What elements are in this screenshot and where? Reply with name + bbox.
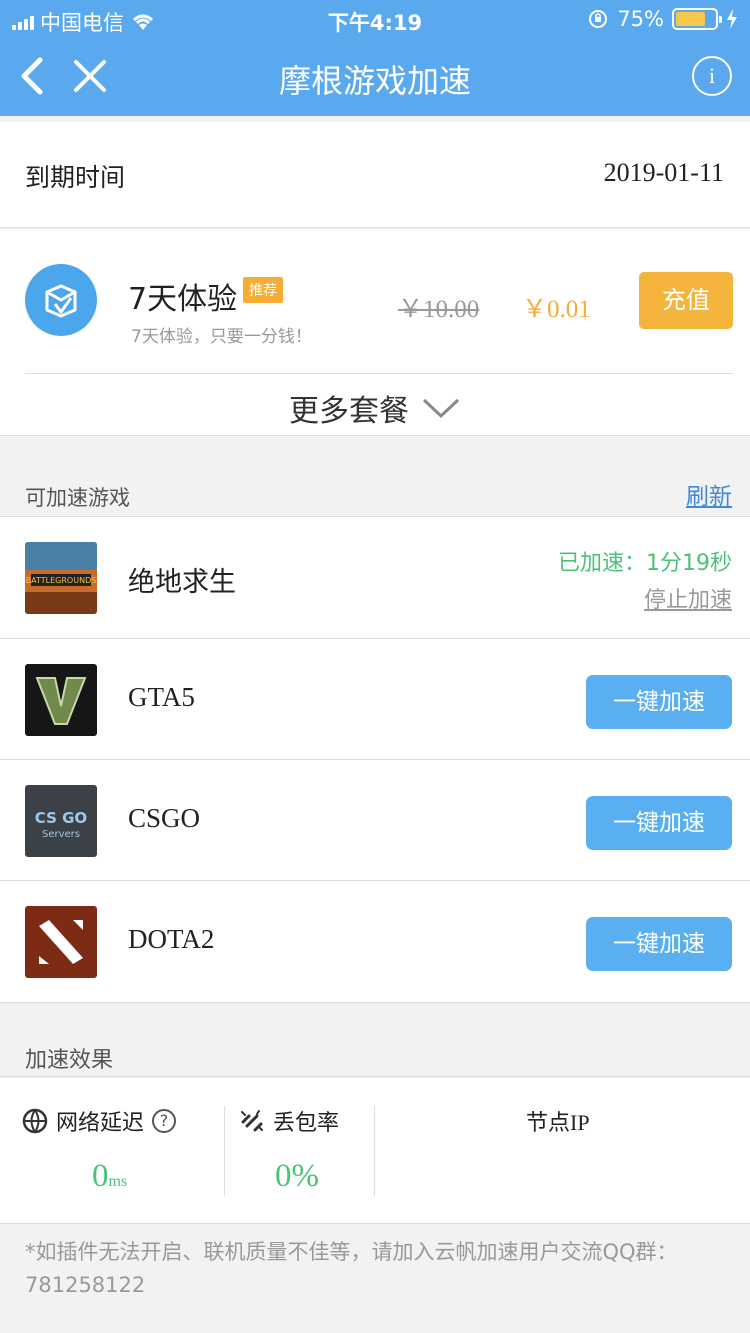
- orientation-lock-icon: [589, 10, 608, 28]
- info-icon[interactable]: i: [692, 56, 732, 96]
- plan-logo-icon: [25, 264, 97, 336]
- plan-card: 7天体验 推荐 7天体验，只要一分钱！ ￥10.00 ￥0.01 充值 更多套餐: [0, 229, 750, 436]
- packet-loss-head: 丢包率: [239, 1105, 339, 1137]
- game-name: DOTA2: [128, 924, 215, 954]
- packet-loss-label: 丢包率: [273, 1111, 340, 1136]
- games-header: 可加速游戏 刷新: [0, 437, 750, 517]
- packet-loss-value: 0%: [275, 1158, 319, 1194]
- gta5-icon: [25, 664, 97, 736]
- game-name: GTA5: [128, 682, 195, 712]
- node-ip-label: 节点IP: [526, 1110, 590, 1135]
- stop-accel-link[interactable]: 停止加速: [644, 582, 732, 614]
- more-plans-button[interactable]: 更多套餐: [0, 386, 750, 430]
- status-bar: 中国电信 下午4:19 75%: [0, 0, 750, 38]
- game-row-pubg[interactable]: BATTLEGROUNDS 绝地求生 已加速：1分19秒 停止加速: [0, 517, 750, 638]
- svg-text:BATTLEGROUNDS: BATTLEGROUNDS: [26, 576, 97, 585]
- svg-text:Servers: Servers: [42, 829, 80, 840]
- page-title: 摩根游戏加速: [278, 62, 471, 100]
- games-list: BATTLEGROUNDS 绝地求生 已加速：1分19秒 停止加速 GTA5 一…: [0, 517, 750, 1003]
- expire-label: 到期时间: [25, 163, 126, 192]
- accel-status: 已加速：1分19秒: [558, 551, 732, 576]
- game-name: 绝地求生: [128, 567, 236, 598]
- dota2-icon: [25, 906, 97, 978]
- packet-loss-column: 丢包率 0%: [225, 1078, 374, 1224]
- node-ip-column: 节点IP: [375, 1078, 750, 1224]
- latency-label: 网络延迟: [56, 1111, 145, 1136]
- recommend-badge: 推荐: [243, 277, 283, 303]
- broken-link-icon: [241, 1110, 263, 1132]
- status-right: 75%: [587, 7, 738, 31]
- expire-row: 到期时间 2019-01-11: [0, 122, 750, 228]
- effect-panel: 网络延迟 ? 0ms 丢包率 0% 节点IP: [0, 1078, 750, 1224]
- effect-title: 加速效果: [25, 1048, 114, 1073]
- plan-desc: 7天体验，只要一分钱！: [131, 327, 312, 347]
- plan-name: 7天体验: [128, 282, 238, 317]
- latency-value: 0ms: [92, 1158, 127, 1195]
- csgo-icon: CS GO Servers: [25, 785, 97, 857]
- help-icon[interactable]: ?: [152, 1109, 177, 1133]
- latency-number: 0: [92, 1158, 109, 1194]
- refresh-link[interactable]: 刷新: [686, 477, 732, 511]
- games-title: 可加速游戏: [25, 486, 130, 510]
- more-plans-label: 更多套餐: [289, 394, 409, 429]
- plan-divider: [25, 373, 733, 374]
- chevron-down-icon: [422, 398, 460, 419]
- battery-percent: 75%: [617, 7, 664, 31]
- latency-column: 网络延迟 ? 0ms: [0, 1078, 224, 1224]
- globe-icon: [22, 1108, 48, 1134]
- battery-icon: [672, 8, 722, 30]
- one-click-accel-button[interactable]: 一键加速: [586, 917, 732, 971]
- game-name: CSGO: [128, 803, 201, 833]
- old-price: ￥10.00: [398, 296, 480, 323]
- top-bar: 中国电信 下午4:19 75% 摩根游戏加速 i: [0, 0, 750, 116]
- latency-head: 网络延迟 ?: [22, 1105, 177, 1137]
- new-price: ￥0.01: [522, 296, 591, 323]
- one-click-accel-button[interactable]: 一键加速: [586, 675, 732, 729]
- game-row-gta5[interactable]: GTA5 一键加速: [0, 638, 750, 759]
- expire-value: 2019-01-11: [603, 158, 724, 187]
- game-row-dota2[interactable]: DOTA2 一键加速: [0, 880, 750, 1001]
- svg-text:CS GO: CS GO: [35, 809, 87, 827]
- charging-icon: [727, 9, 737, 29]
- pubg-icon: BATTLEGROUNDS: [25, 542, 97, 614]
- latency-unit: ms: [108, 1173, 128, 1190]
- one-click-accel-button[interactable]: 一键加速: [586, 796, 732, 850]
- charge-button[interactable]: 充值: [639, 272, 733, 329]
- effect-header: 加速效果: [0, 1004, 750, 1077]
- help-note: *如插件无法开启、联机质量不佳等，请加入云帆加速用户交流QQ群：78125812…: [25, 1240, 678, 1297]
- game-row-csgo[interactable]: CS GO Servers CSGO 一键加速: [0, 759, 750, 880]
